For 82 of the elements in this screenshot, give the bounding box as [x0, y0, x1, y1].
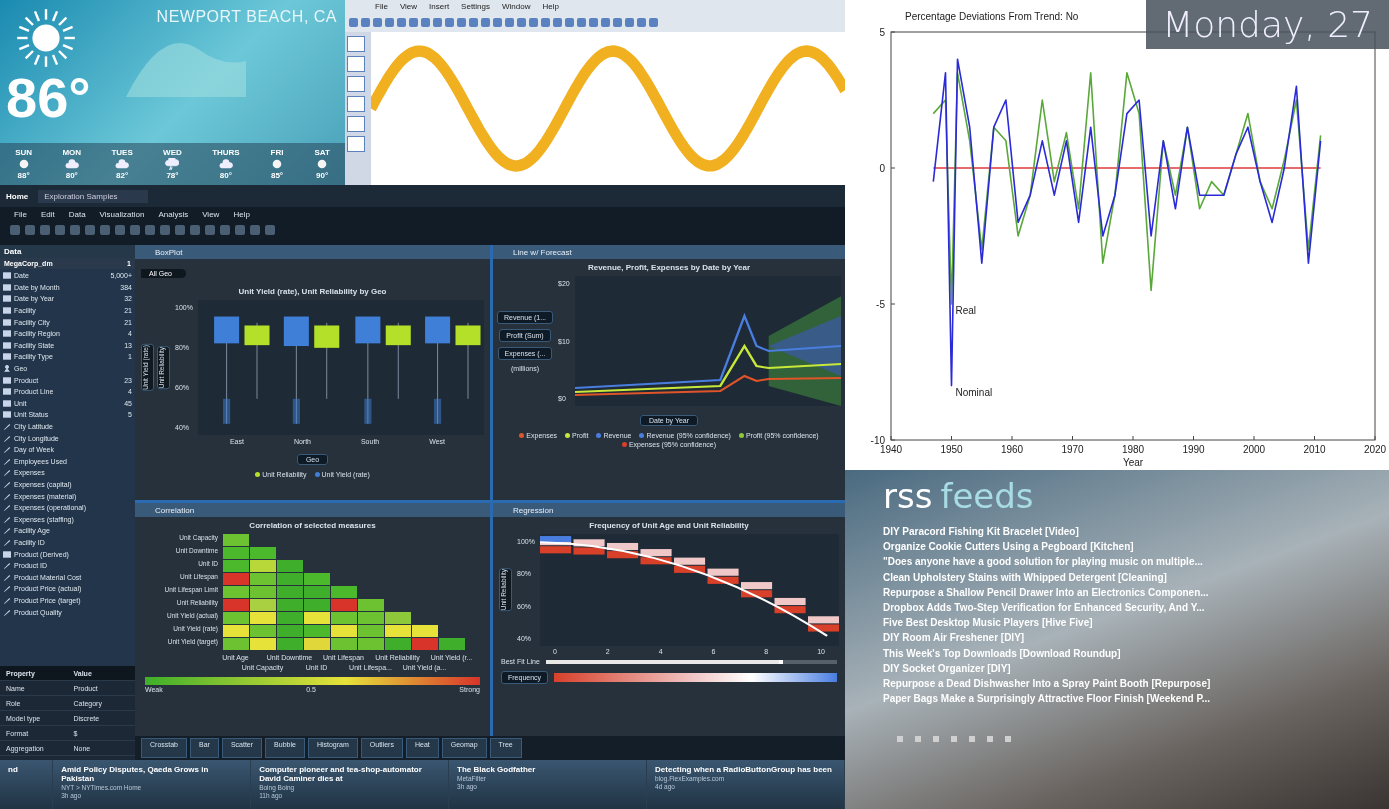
- day-temperature: 88°: [17, 171, 30, 180]
- panel-title: Data: [0, 245, 135, 258]
- day-temperature: 82°: [116, 171, 129, 180]
- day-label: WED: [163, 148, 182, 157]
- axis-tick-label: -5: [876, 299, 885, 310]
- series-label: Nominal: [955, 386, 993, 398]
- menu-item[interactable]: Insert: [429, 2, 450, 14]
- day-temperature: 90°: [316, 171, 329, 180]
- cloud-icon: [64, 158, 79, 170]
- workbook-dropdown[interactable]: Exploration Samples: [38, 189, 148, 203]
- axis-tick-label: 2010: [1303, 444, 1326, 455]
- menu-item[interactable]: Help: [542, 2, 559, 14]
- news-headline[interactable]: Amid Policy Disputes, Qaeda Grows in Pakistan: [61, 765, 243, 783]
- day-label: MON: [62, 148, 82, 157]
- series-label: Real: [955, 305, 977, 316]
- day-temperature: 80°: [219, 171, 232, 180]
- thumbnail-icon[interactable]: [347, 76, 365, 92]
- frequency-bin: [774, 597, 806, 606]
- city-name: NEWPORT BEACH, CA: [156, 8, 337, 26]
- axis-title: Year: [1122, 457, 1144, 468]
- menu-item[interactable]: File: [375, 2, 388, 14]
- menu-item[interactable]: View: [202, 210, 220, 219]
- panel-title: Line w/ Forecast: [513, 247, 572, 257]
- axis-tick-label: 1950: [940, 444, 963, 455]
- rss-title: feeds: [940, 476, 1034, 516]
- menu-item[interactable]: Visualization: [99, 210, 145, 219]
- chart-title: Unit Yield (rate), Unit Reliability by Geo: [237, 286, 388, 298]
- news-headline[interactable]: The Black Godfather: [457, 765, 639, 774]
- axis-tick-label: 1990: [1182, 444, 1205, 455]
- frequency-bin: [606, 542, 638, 551]
- axis-tick-label: 1940: [879, 444, 903, 455]
- chart-title: Frequency of Unit Age and Unit Reliability: [588, 520, 750, 532]
- day-label: TUES: [111, 148, 133, 157]
- menu-item[interactable]: View: [399, 2, 418, 14]
- menu-item[interactable]: Settings: [461, 2, 490, 14]
- table-icon: [3, 550, 11, 558]
- storm-icon: [165, 158, 180, 170]
- cloud-icon: [115, 158, 130, 170]
- day-temperature: 85°: [270, 171, 284, 180]
- menu-item[interactable]: Window: [502, 2, 531, 14]
- news-headline[interactable]: Computer pioneer and tea-shop-automator David Caminer dies at: [259, 765, 441, 783]
- thumbnail-icon[interactable]: [347, 36, 365, 52]
- news-headline[interactable]: nd: [8, 765, 45, 774]
- person-icon: [3, 365, 11, 373]
- axis-tick-label: -10: [870, 435, 885, 446]
- panel-title: Correlation: [155, 505, 195, 515]
- rss-title: rss: [883, 476, 933, 516]
- home-tab[interactable]: Home: [6, 191, 29, 201]
- day-label: THURS: [212, 148, 240, 157]
- feed-item[interactable]: DIY Paracord Fishing Kit Bracelet [Video]: [883, 526, 1389, 542]
- menu-item[interactable]: Help: [233, 210, 250, 219]
- menu-item[interactable]: Data: [68, 210, 86, 219]
- current-temperature: 86°: [6, 70, 92, 126]
- panel-title: Regression: [513, 505, 554, 515]
- panel-title: BoxPlot: [155, 247, 183, 257]
- thumbnail-icon[interactable]: [347, 116, 365, 132]
- axis-tick-label: 2020: [1363, 444, 1387, 455]
- chart-title: Revenue, Profit, Expenses by Date by Year: [586, 262, 752, 274]
- axis-tick-label: 2000: [1242, 444, 1266, 455]
- menu-item[interactable]: Edit: [40, 210, 55, 219]
- menu-item[interactable]: Analysis: [158, 210, 189, 219]
- axis-tick-label: 0: [879, 163, 885, 174]
- date-overlay: Monday, 27: [1146, 0, 1389, 49]
- axis-tick-label: 1970: [1061, 444, 1084, 455]
- thumbnail-icon[interactable]: [347, 96, 365, 112]
- day-label: SAT: [314, 148, 330, 157]
- day-temperature: 78°: [166, 171, 179, 180]
- thumbnail-icon[interactable]: [347, 56, 365, 72]
- axis-tick-label: 1980: [1121, 444, 1145, 455]
- thumbnail-icon[interactable]: [347, 136, 365, 152]
- news-headline[interactable]: Detecting when a RadioButtonGroup has been: [655, 765, 836, 774]
- chart-title: Percentage Deviations From Trend: No: [905, 11, 1079, 22]
- menu-item[interactable]: File: [14, 210, 27, 219]
- axis-tick-label: 1960: [1000, 444, 1024, 455]
- chart-title: Correlation of selected measures: [248, 520, 377, 532]
- day-label: SUN: [15, 148, 33, 157]
- axis-tick-label: 5: [879, 27, 885, 38]
- cloud-icon: [218, 158, 233, 170]
- day-label: FRI: [270, 148, 284, 157]
- sun-icon: [14, 6, 78, 70]
- day-temperature: 80°: [65, 171, 78, 180]
- slider-fill[interactable]: [545, 659, 783, 664]
